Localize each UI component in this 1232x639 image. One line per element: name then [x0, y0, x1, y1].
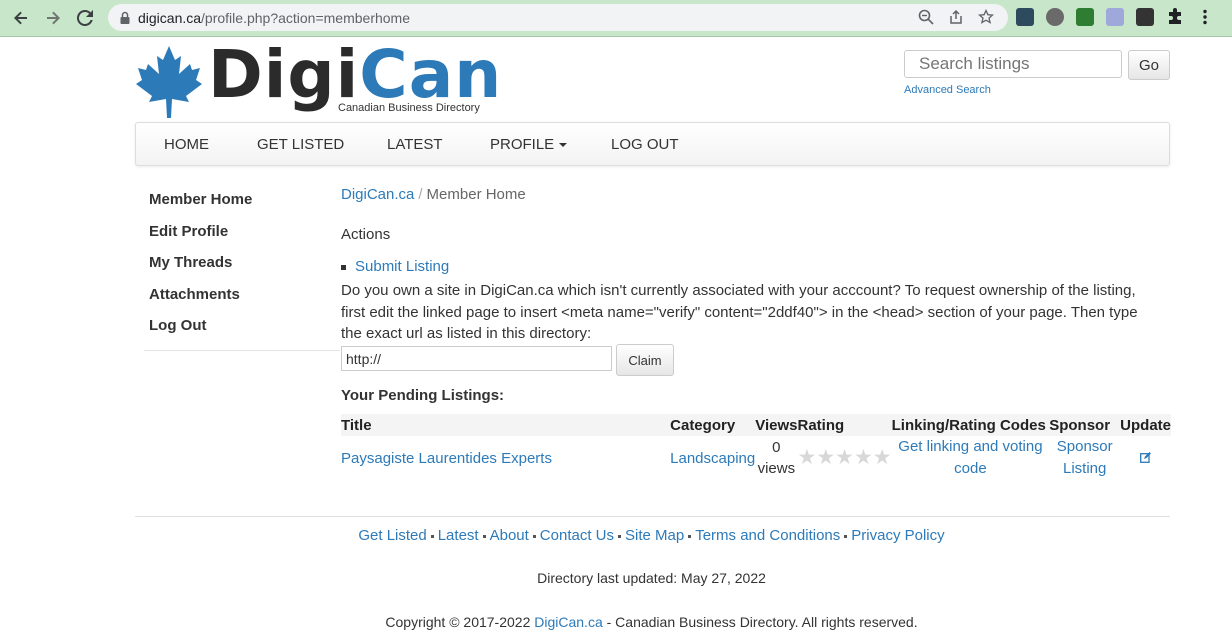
maple-leaf-icon [136, 46, 202, 118]
copyright-site-link[interactable]: DigiCan.ca [534, 614, 602, 630]
sidebar-item-my-threads[interactable]: My Threads [144, 247, 340, 279]
listing-title-link[interactable]: Paysagiste Laurentides Experts [341, 450, 552, 467]
sidebar-item-attachments[interactable]: Attachments [144, 279, 340, 311]
footer-link-about[interactable]: About [490, 527, 529, 544]
claim-url-input[interactable] [341, 346, 612, 371]
sidebar-item-member-home[interactable]: Member Home [144, 184, 340, 216]
copyright-text: Copyright © 2017-2022 DigiCan.ca - Canad… [0, 614, 1232, 630]
pending-listings-table: Title Category Views Rating Linking/Rati… [341, 414, 1171, 480]
url-text: digican.ca/profile.php?action=memberhome [138, 9, 411, 26]
sidebar-item-log-out[interactable]: Log Out [144, 310, 340, 342]
extension-folder-icon[interactable] [1016, 8, 1034, 26]
footer-link-privacy[interactable]: Privacy Policy [851, 527, 944, 544]
breadcrumb: DigiCan.ca / Member Home [341, 186, 1171, 203]
footer-link-get-listed[interactable]: Get Listed [358, 527, 426, 544]
copyright-suffix: - Canadian Business Directory. All right… [602, 614, 918, 630]
search-input[interactable] [904, 50, 1122, 78]
table-row: Paysagiste Laurentides Experts Landscapi… [341, 436, 1171, 480]
footer-separator [532, 534, 536, 538]
star-icon: ★ [816, 446, 836, 469]
nav-logout[interactable]: LOG OUT [611, 136, 679, 153]
back-arrow-icon[interactable] [10, 7, 32, 29]
edit-icon[interactable] [1140, 450, 1152, 463]
search-go-button[interactable]: Go [1128, 50, 1170, 80]
col-views: Views [755, 414, 798, 436]
breadcrumb-current: Member Home [426, 186, 526, 203]
submit-listing-item: Submit Listing [341, 258, 449, 275]
linking-code-link[interactable]: Get linking and voting code [898, 438, 1042, 477]
nav-profile-label: PROFILE [490, 136, 555, 153]
nav-home[interactable]: HOME [164, 136, 209, 153]
nav-profile[interactable]: PROFILE [490, 136, 568, 153]
logo-tagline: Canadian Business Directory [338, 102, 480, 114]
footer-link-terms[interactable]: Terms and Conditions [695, 527, 840, 544]
footer-separator [430, 534, 434, 538]
star-icon: ★ [853, 446, 873, 469]
sponsor-listing-link[interactable]: Sponsor Listing [1057, 438, 1113, 477]
footer-link-latest[interactable]: Latest [438, 527, 479, 544]
footer-links: Get Listed Latest About Contact Us Site Map T… [0, 527, 1232, 544]
footer-link-contact[interactable]: Contact Us [540, 527, 614, 544]
footer-separator [618, 534, 621, 538]
copyright-prefix: Copyright © 2017-2022 [385, 614, 535, 630]
bookmark-star-icon[interactable] [977, 8, 995, 25]
member-sidebar: Member Home Edit Profile My Threads Atta… [144, 184, 340, 351]
footer-separator [482, 534, 486, 538]
pending-listings-heading: Your Pending Listings: [341, 387, 505, 404]
nav-get-listed[interactable]: GET LISTED [257, 136, 344, 153]
listing-views-unit: views [757, 460, 796, 477]
col-category: Category [670, 414, 756, 436]
extension-green-icon[interactable] [1076, 8, 1094, 26]
star-icon: ★ [797, 446, 817, 469]
col-title: Title [341, 414, 671, 436]
listing-views: 0 views [755, 436, 797, 480]
advanced-search-link[interactable]: Advanced Search [904, 84, 991, 96]
listing-category-link[interactable]: Landscaping [670, 450, 755, 467]
breadcrumb-separator: / [418, 186, 423, 203]
listing-rating: ★ ★ ★ ★ ★ [797, 436, 891, 480]
extension-m-icon[interactable] [1136, 8, 1154, 26]
star-icon: ★ [872, 446, 892, 469]
extension-link-icon[interactable] [1106, 8, 1124, 26]
sidebar-item-edit-profile[interactable]: Edit Profile [144, 216, 340, 248]
extensions-puzzle-icon[interactable] [1166, 8, 1184, 26]
forward-arrow-icon[interactable] [42, 7, 64, 29]
claim-button[interactable]: Claim [616, 344, 674, 376]
main-content: DigiCan.ca / Member Home Actions Submit Li… [341, 186, 1171, 477]
footer-separator [844, 534, 848, 538]
breadcrumb-root-link[interactable]: DigiCan.ca [341, 186, 414, 203]
footer-divider [135, 516, 1170, 517]
col-codes: Linking/Rating Codes [891, 414, 1050, 436]
nav-latest[interactable]: LATEST [387, 136, 443, 153]
bullet-square-icon [341, 264, 346, 270]
lock-icon [118, 11, 132, 25]
address-bar[interactable]: digican.ca/profile.php?action=memberhome [108, 4, 1008, 31]
site-logo[interactable]: DigiCan Canadian Business Directory [136, 36, 506, 120]
main-navbar: HOME GET LISTED LATEST PROFILE LOG OUT [135, 122, 1170, 166]
browser-toolbar: digican.ca/profile.php?action=memberhome [0, 0, 1232, 37]
table-header-row: Title Category Views Rating Linking/Rati… [341, 414, 1171, 436]
extension-planet-icon[interactable] [1046, 8, 1064, 26]
directory-updated-text: Directory last updated: May 27, 2022 [537, 570, 766, 586]
caret-down-icon [559, 143, 568, 148]
listing-views-count: 0 [772, 439, 781, 456]
claim-instructions: Do you own a site in DigiCan.ca which is… [341, 282, 1138, 342]
col-update: Update [1120, 414, 1171, 436]
menu-kebab-icon[interactable] [1196, 8, 1214, 26]
share-icon[interactable] [948, 9, 964, 25]
footer-link-site-map[interactable]: Site Map [625, 527, 684, 544]
reload-icon[interactable] [74, 7, 96, 29]
actions-heading: Actions [341, 226, 391, 243]
submit-listing-link[interactable]: Submit Listing [355, 258, 449, 275]
col-sponsor: Sponsor [1049, 414, 1121, 436]
zoom-icon[interactable] [918, 9, 934, 25]
rating-stars: ★ ★ ★ ★ ★ [797, 446, 892, 469]
col-rating: Rating [797, 414, 892, 436]
star-icon: ★ [835, 446, 854, 469]
footer-separator [688, 534, 692, 538]
